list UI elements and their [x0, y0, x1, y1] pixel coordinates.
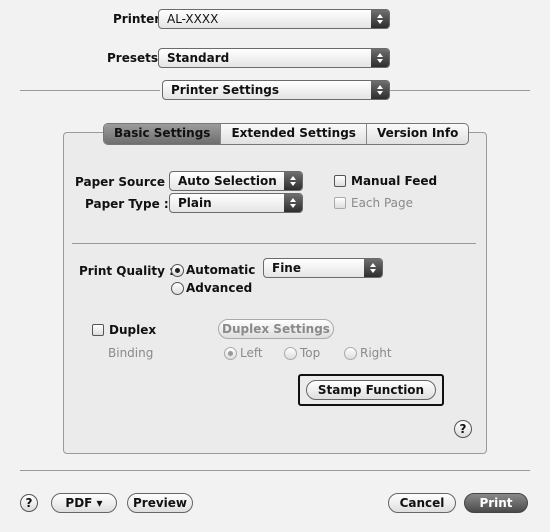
tab-extended-settings[interactable]: Extended Settings: [221, 124, 367, 144]
pdf-button[interactable]: PDF ▾: [51, 493, 117, 513]
duplex-checkbox[interactable]: [92, 324, 104, 336]
paper-type-value: Plain: [178, 196, 212, 210]
duplex-label: Duplex: [109, 323, 157, 337]
automatic-radio[interactable]: [171, 264, 184, 277]
section-popup[interactable]: Printer Settings: [162, 80, 390, 100]
printer-value: AL-XXXX: [167, 12, 219, 26]
quality-level-value: Fine: [272, 261, 301, 275]
stamp-function-button[interactable]: Stamp Function: [306, 380, 436, 400]
tab-basic-settings[interactable]: Basic Settings: [104, 124, 222, 144]
binding-top-label: Top: [300, 346, 321, 360]
tab-bar: Basic Settings Extended Settings Version…: [103, 123, 470, 145]
cancel-button[interactable]: Cancel: [388, 493, 456, 513]
presets-label: Presets:: [107, 51, 163, 65]
advanced-radio[interactable]: [171, 282, 184, 295]
binding-left-label: Left: [240, 346, 263, 360]
manual-feed-checkbox[interactable]: [334, 175, 346, 187]
printer-popup[interactable]: AL-XXXX: [158, 9, 390, 29]
automatic-label: Automatic: [186, 263, 256, 277]
paper-source-label: Paper Source :: [75, 175, 174, 189]
question-mark-icon[interactable]: ?: [20, 494, 38, 512]
up-down-arrows-icon: [284, 194, 302, 212]
manual-feed-label: Manual Feed: [351, 174, 438, 188]
up-down-arrows-icon: [371, 81, 389, 99]
up-down-arrows-icon: [364, 259, 382, 277]
panel-divider: [72, 243, 476, 244]
paper-source-popup[interactable]: Auto Selection: [169, 171, 303, 191]
up-down-arrows-icon: [284, 172, 302, 190]
paper-type-label: Paper Type :: [85, 197, 169, 211]
up-down-arrows-icon: [371, 49, 389, 67]
binding-top-radio: [284, 347, 297, 360]
duplex-settings-button: Duplex Settings: [218, 319, 334, 339]
section-value: Printer Settings: [171, 83, 279, 97]
section-divider-left: [20, 90, 160, 91]
tab-version-info[interactable]: Version Info: [367, 124, 468, 144]
preview-button[interactable]: Preview: [127, 493, 193, 513]
print-button[interactable]: Print: [464, 493, 528, 513]
binding-left-radio: [224, 347, 237, 360]
each-page-label: Each Page: [351, 196, 414, 210]
paper-source-value: Auto Selection: [178, 174, 277, 188]
binding-right-label: Right: [360, 346, 392, 360]
binding-label: Binding: [108, 346, 154, 360]
each-page-checkbox: [334, 197, 346, 209]
print-quality-label: Print Quality :: [79, 264, 174, 278]
section-divider-right: [390, 90, 530, 91]
question-mark-icon[interactable]: ?: [454, 420, 472, 438]
presets-value: Standard: [167, 51, 230, 65]
footer-divider: [20, 470, 530, 471]
binding-right-radio: [344, 347, 357, 360]
up-down-arrows-icon: [371, 10, 389, 28]
paper-type-popup[interactable]: Plain: [169, 193, 303, 213]
advanced-label: Advanced: [186, 281, 253, 295]
presets-popup[interactable]: Standard: [158, 48, 390, 68]
quality-level-popup[interactable]: Fine: [263, 258, 383, 278]
